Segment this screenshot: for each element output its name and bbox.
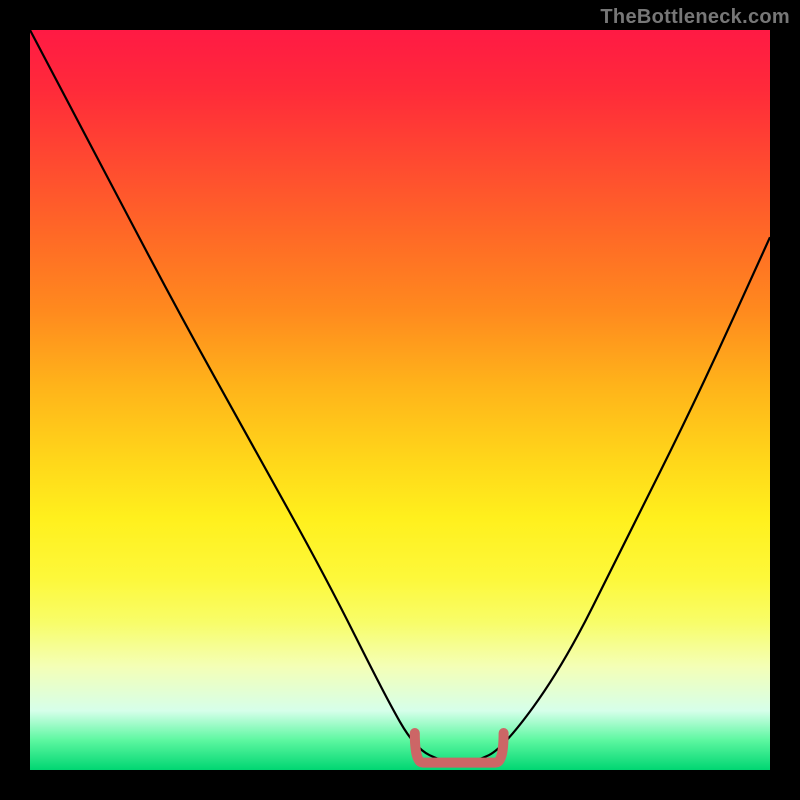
- watermark-text: TheBottleneck.com: [600, 6, 790, 29]
- valley-accent: [415, 733, 504, 763]
- chart-frame: TheBottleneck.com: [0, 0, 800, 800]
- chart-svg: [30, 30, 770, 770]
- bottleneck-curve: [30, 30, 770, 763]
